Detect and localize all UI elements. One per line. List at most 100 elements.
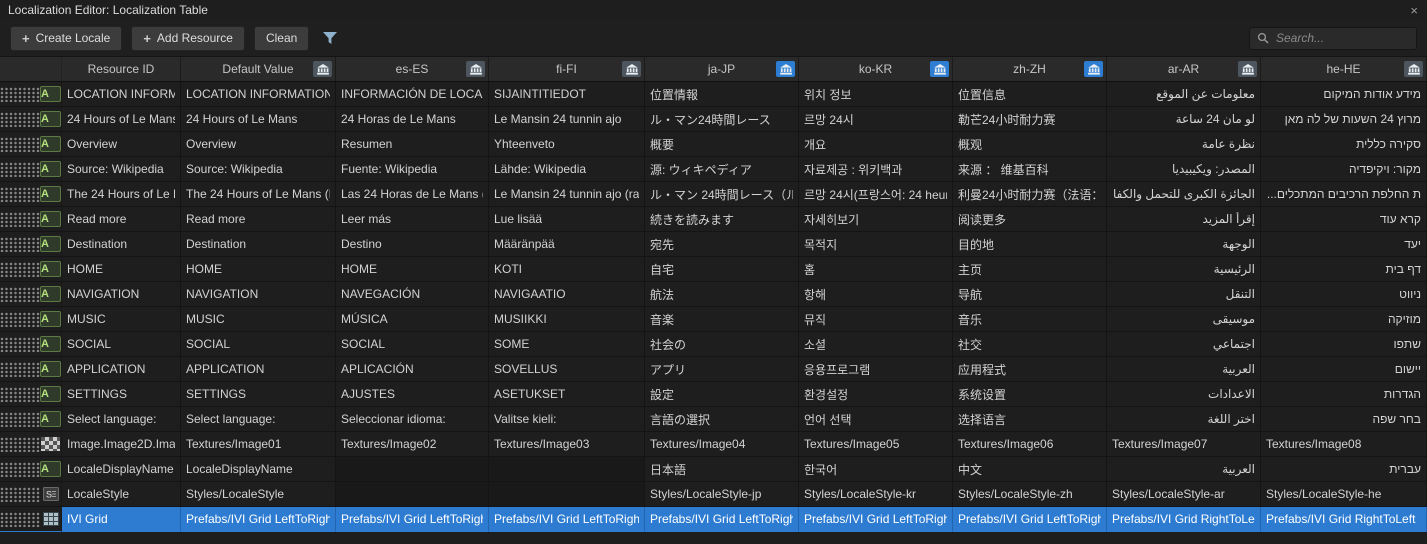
drag-handle[interactable] bbox=[0, 332, 40, 357]
cell-ar-ar[interactable]: لو مان 24 ساعة bbox=[1107, 107, 1261, 132]
cell-es-es[interactable]: APLICACIÓN bbox=[336, 357, 489, 382]
cell-es-es[interactable]: Textures/Image02 bbox=[336, 432, 489, 457]
cell-resource-id[interactable]: NAVIGATION bbox=[62, 282, 181, 307]
cell-resource-id[interactable]: Read more bbox=[62, 207, 181, 232]
drag-handle[interactable] bbox=[0, 157, 40, 182]
cell-default-value[interactable]: Styles/LocaleStyle bbox=[181, 482, 336, 507]
cell-zh-zh[interactable]: 概观 bbox=[953, 132, 1107, 157]
cell-ja-jp[interactable]: 言語の選択 bbox=[645, 407, 799, 432]
drag-handle[interactable] bbox=[0, 107, 40, 132]
table-row[interactable]: A HOME HOME HOME KOTI 自宅 홈 主页 الرئيسية דף בית bbox=[0, 257, 1427, 282]
cell-ja-jp[interactable]: ル・マン 24時間レース（ル・マン24時間耐久レース） bbox=[645, 182, 799, 207]
cell-resource-id[interactable]: 24 Hours of Le Mans bbox=[62, 107, 181, 132]
cell-he-he[interactable]: דף בית bbox=[1261, 257, 1427, 282]
cell-he-he[interactable]: קרא עוד bbox=[1261, 207, 1427, 232]
drag-handle[interactable] bbox=[0, 307, 40, 332]
cell-ja-jp[interactable]: 続きを読みます bbox=[645, 207, 799, 232]
cell-fi-fi[interactable]: Le Mansin 24 tunnin ajo (ransk. 24 Heure… bbox=[489, 182, 645, 207]
cell-he-he[interactable]: Prefabs/IVI Grid RightToLeft bbox=[1261, 507, 1427, 532]
cell-he-he[interactable]: מרוץ 24 השעות של לה מאן bbox=[1261, 107, 1427, 132]
cell-he-he[interactable]: עברית bbox=[1261, 457, 1427, 482]
cell-default-value[interactable]: MUSIC bbox=[181, 307, 336, 332]
cell-es-es[interactable]: Fuente: Wikipedia bbox=[336, 157, 489, 182]
cell-es-es[interactable]: Leer más bbox=[336, 207, 489, 232]
cell-ja-jp[interactable]: アプリ bbox=[645, 357, 799, 382]
table-row[interactable]: A LocaleDisplayName LocaleDisplayName 日本語 한국… bbox=[0, 457, 1427, 482]
cell-es-es[interactable]: Prefabs/IVI Grid LeftToRight bbox=[336, 507, 489, 532]
cell-ja-jp[interactable]: Prefabs/IVI Grid LeftToRight bbox=[645, 507, 799, 532]
cell-ko-kr[interactable]: 개요 bbox=[799, 132, 953, 157]
cell-he-he[interactable]: מוזיקה bbox=[1261, 307, 1427, 332]
cell-resource-id[interactable]: Source: Wikipedia bbox=[62, 157, 181, 182]
table-row[interactable]: A Overview Overview Resumen Yhteenveto 概要 개요 概观… bbox=[0, 132, 1427, 157]
cell-ko-kr[interactable]: 르망 24시(프랑스어: 24 heures du Mans) bbox=[799, 182, 953, 207]
cell-ar-ar[interactable]: Styles/LocaleStyle-ar bbox=[1107, 482, 1261, 507]
drag-handle[interactable] bbox=[0, 207, 40, 232]
drag-handle[interactable] bbox=[0, 282, 40, 307]
table-row[interactable]: IVI Grid Prefabs/IVI Grid LeftToRight Pref… bbox=[0, 507, 1427, 532]
column-header-fi-fi[interactable]: fi-FI bbox=[489, 57, 645, 81]
locale-icon[interactable] bbox=[1404, 61, 1423, 77]
cell-ar-ar[interactable]: Prefabs/IVI Grid RightToLeft bbox=[1107, 507, 1261, 532]
cell-default-value[interactable]: APPLICATION bbox=[181, 357, 336, 382]
cell-ar-ar[interactable]: العربية bbox=[1107, 457, 1261, 482]
cell-es-es[interactable]: SOCIAL bbox=[336, 332, 489, 357]
cell-fi-fi[interactable] bbox=[489, 457, 645, 482]
cell-fi-fi[interactable]: Le Mansin 24 tunnin ajo bbox=[489, 107, 645, 132]
drag-handle[interactable] bbox=[0, 257, 40, 282]
cell-ko-kr[interactable]: 한국어 bbox=[799, 457, 953, 482]
cell-fi-fi[interactable] bbox=[489, 482, 645, 507]
table-row[interactable]: A 24 Hours of Le Mans 24 Hours of Le Mans 2… bbox=[0, 107, 1427, 132]
drag-handle[interactable] bbox=[0, 407, 40, 432]
drag-handle[interactable] bbox=[0, 432, 40, 457]
cell-he-he[interactable]: יישום bbox=[1261, 357, 1427, 382]
cell-he-he[interactable]: יעד bbox=[1261, 232, 1427, 257]
cell-ja-jp[interactable]: 位置情報 bbox=[645, 82, 799, 107]
cell-resource-id[interactable]: Overview bbox=[62, 132, 181, 157]
locale-icon[interactable] bbox=[313, 61, 332, 77]
cell-resource-id[interactable]: Select language: bbox=[62, 407, 181, 432]
cell-default-value[interactable]: HOME bbox=[181, 257, 336, 282]
cell-zh-zh[interactable]: Textures/Image06 bbox=[953, 432, 1107, 457]
table-row[interactable]: A Select language: Select language: Selecci… bbox=[0, 407, 1427, 432]
locale-icon[interactable] bbox=[622, 61, 641, 77]
cell-fi-fi[interactable]: SOVELLUS bbox=[489, 357, 645, 382]
cell-ar-ar[interactable]: التنقل bbox=[1107, 282, 1261, 307]
cell-zh-zh[interactable]: 勒芒24小时耐力赛 bbox=[953, 107, 1107, 132]
table-row[interactable]: A SETTINGS SETTINGS AJUSTES ASETUKSET 設定 환경설정 系… bbox=[0, 382, 1427, 407]
cell-ar-ar[interactable]: العربية bbox=[1107, 357, 1261, 382]
column-header-ko-kr[interactable]: ko-KR bbox=[799, 57, 953, 81]
table-row[interactable]: A LOCATION INFORMATION LOCATION INFORMATIO… bbox=[0, 82, 1427, 107]
cell-resource-id[interactable]: HOME bbox=[62, 257, 181, 282]
cell-ar-ar[interactable]: اختر اللغة bbox=[1107, 407, 1261, 432]
cell-ko-kr[interactable]: 뮤직 bbox=[799, 307, 953, 332]
drag-handle[interactable] bbox=[0, 507, 40, 532]
cell-resource-id[interactable]: LocaleStyle bbox=[62, 482, 181, 507]
cell-es-es[interactable]: 24 Horas de Le Mans bbox=[336, 107, 489, 132]
cell-es-es[interactable]: MÚSICA bbox=[336, 307, 489, 332]
table-row[interactable]: Image.Image2D.Image01 Textures/Image01 Tex… bbox=[0, 432, 1427, 457]
cell-es-es[interactable]: Las 24 Horas de Le Mans (24 Heures du Ma… bbox=[336, 182, 489, 207]
cell-resource-id[interactable]: Image.Image2D.Image01 bbox=[62, 432, 181, 457]
cell-default-value[interactable]: Read more bbox=[181, 207, 336, 232]
cell-ar-ar[interactable]: الوجهة bbox=[1107, 232, 1261, 257]
cell-ko-kr[interactable]: 위치 정보 bbox=[799, 82, 953, 107]
clean-button[interactable]: Clean bbox=[253, 25, 310, 51]
cell-ko-kr[interactable]: 홈 bbox=[799, 257, 953, 282]
cell-ko-kr[interactable]: 자료제공 : 위키백과 bbox=[799, 157, 953, 182]
cell-resource-id[interactable]: LocaleDisplayName bbox=[62, 457, 181, 482]
cell-ko-kr[interactable]: Styles/LocaleStyle-kr bbox=[799, 482, 953, 507]
search-box[interactable] bbox=[1249, 26, 1417, 50]
locale-icon[interactable] bbox=[1084, 61, 1103, 77]
cell-ko-kr[interactable]: Textures/Image05 bbox=[799, 432, 953, 457]
cell-he-he[interactable]: שתפו bbox=[1261, 332, 1427, 357]
cell-fi-fi[interactable]: Valitse kieli: bbox=[489, 407, 645, 432]
cell-default-value[interactable]: SETTINGS bbox=[181, 382, 336, 407]
table-row[interactable]: A Source: Wikipedia Source: Wikipedia Fuent… bbox=[0, 157, 1427, 182]
cell-es-es[interactable]: Destino bbox=[336, 232, 489, 257]
cell-ar-ar[interactable]: الجائزة الكبرى للتحمل والكفاءة bbox=[1107, 182, 1261, 207]
cell-zh-zh[interactable]: 主页 bbox=[953, 257, 1107, 282]
cell-ko-kr[interactable]: 항해 bbox=[799, 282, 953, 307]
drag-handle[interactable] bbox=[0, 457, 40, 482]
cell-zh-zh[interactable]: 社交 bbox=[953, 332, 1107, 357]
